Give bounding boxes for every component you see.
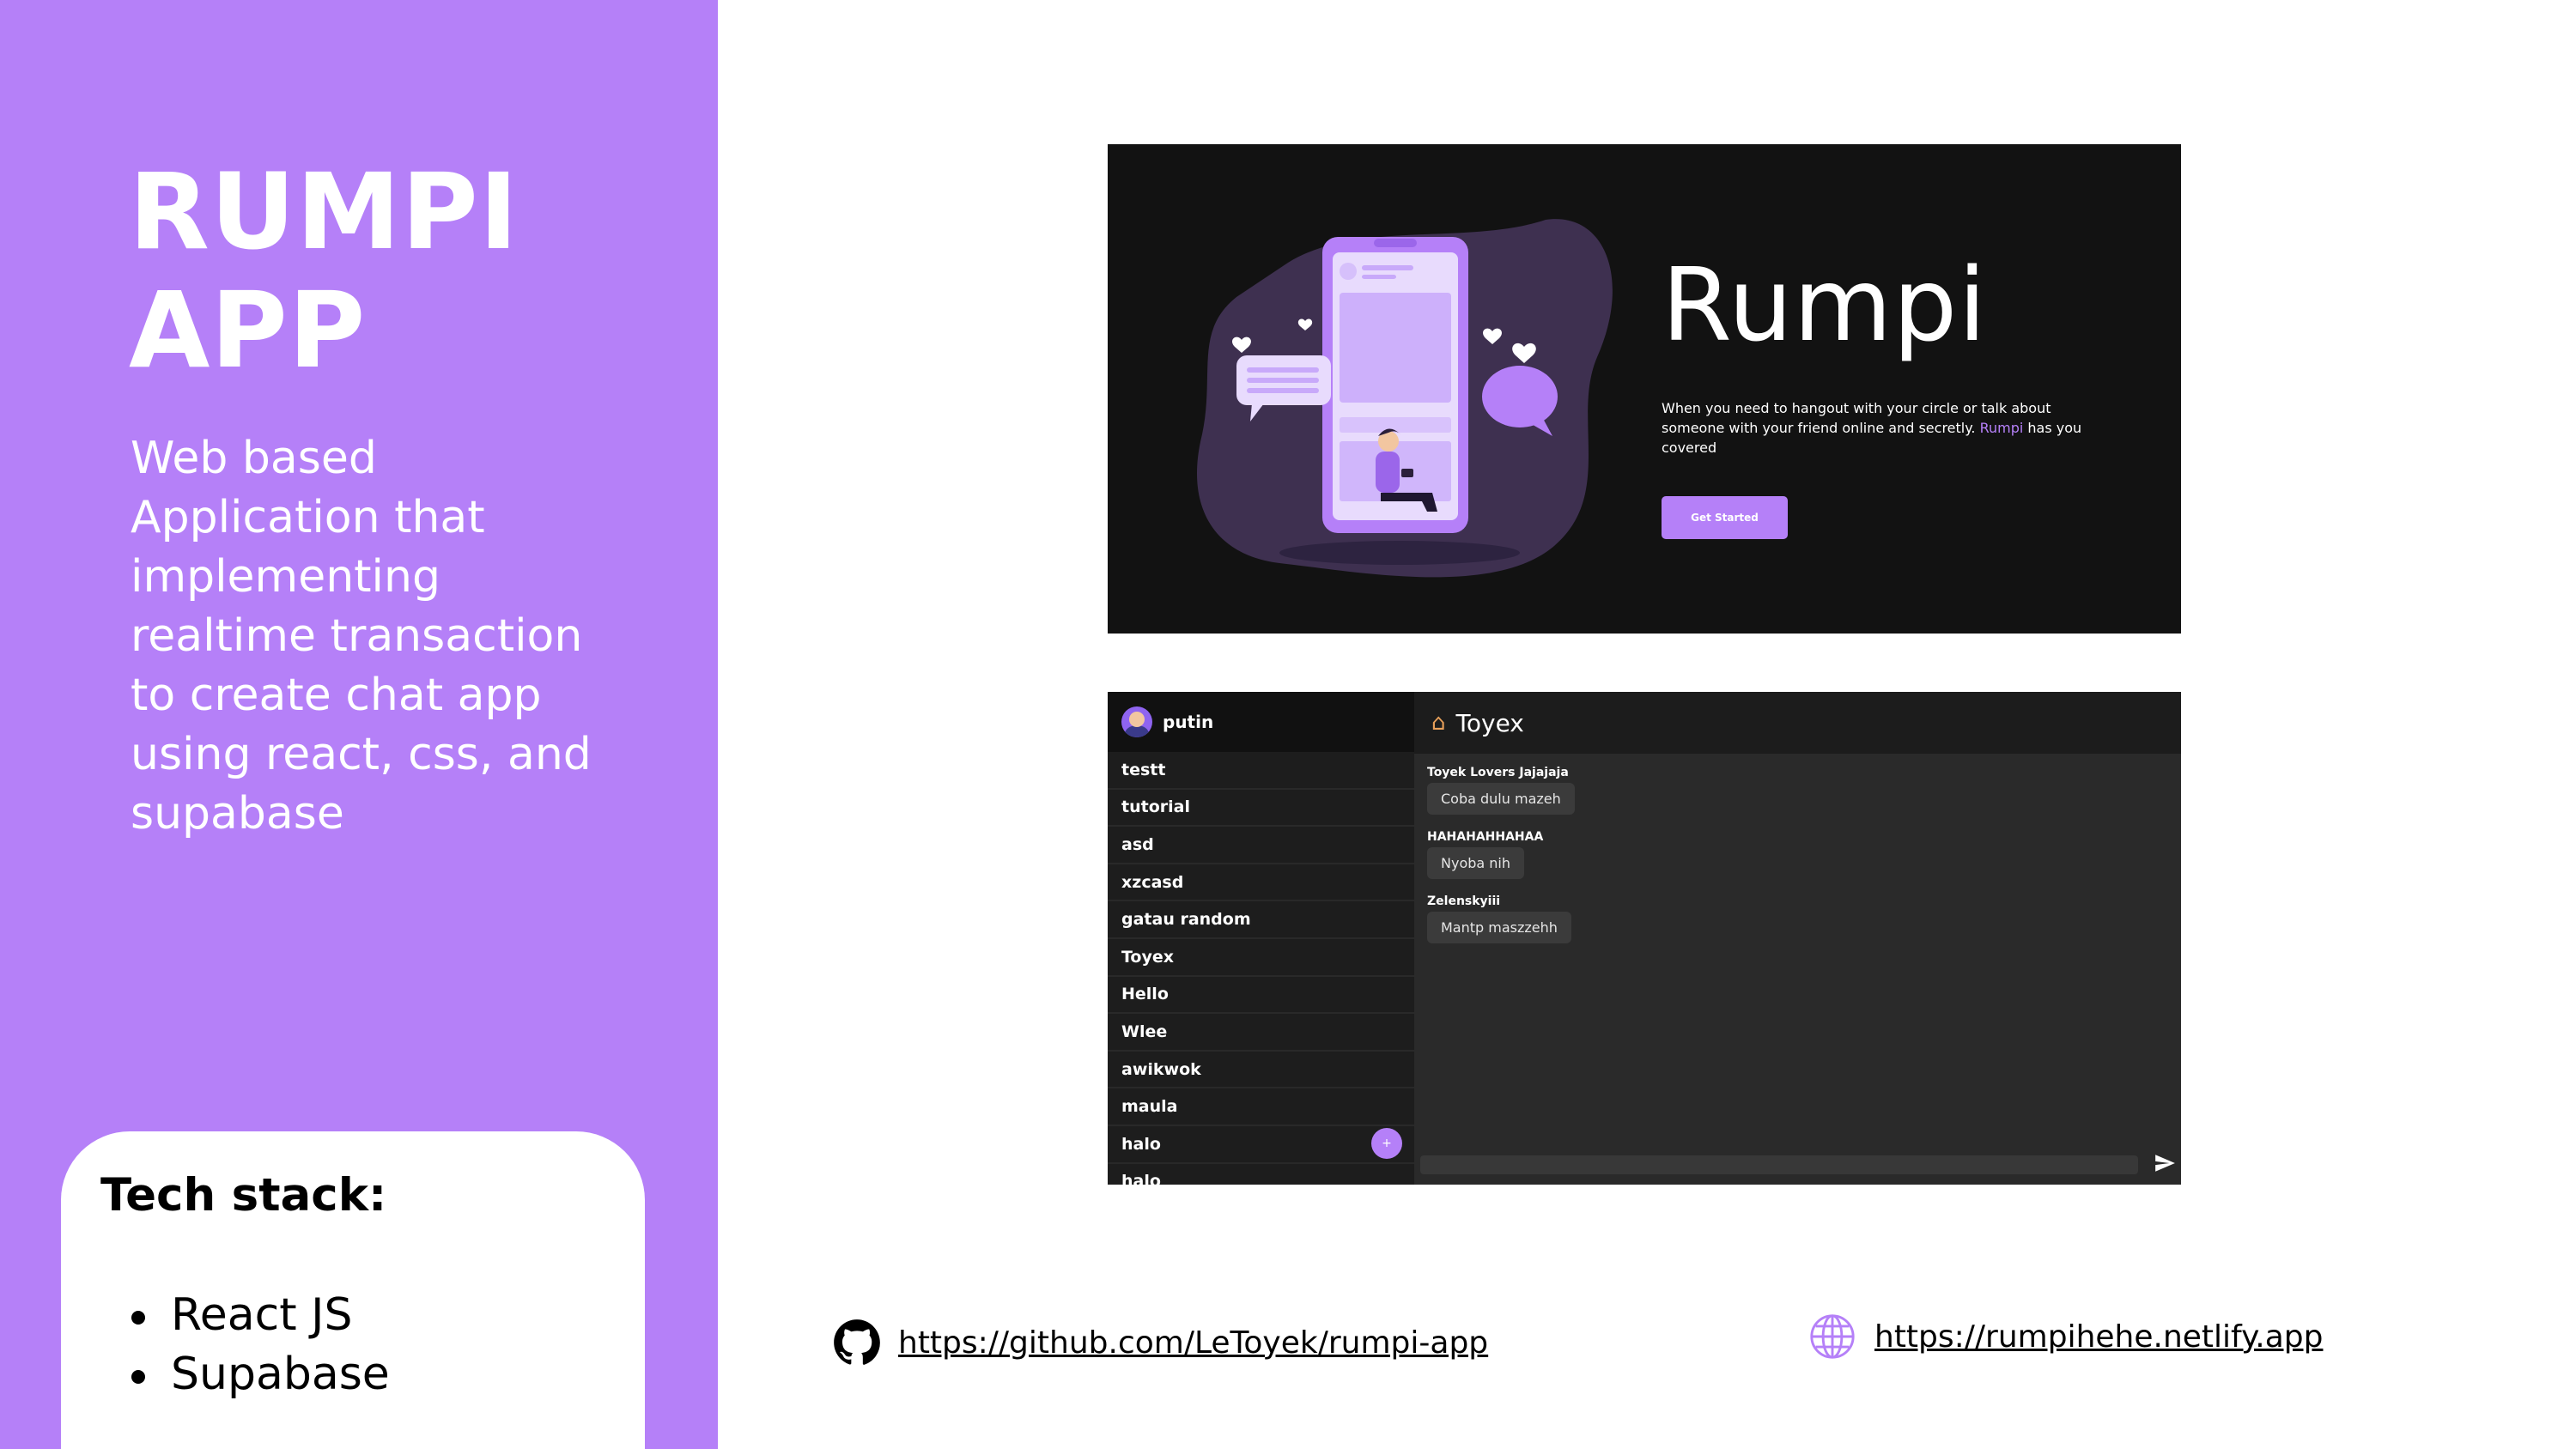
hero-description: When you need to hangout with your circl…	[1662, 398, 2091, 458]
room-item[interactable]: asd	[1108, 827, 1414, 864]
user-name: putin	[1163, 712, 1214, 732]
get-started-button[interactable]: Get Started	[1662, 496, 1788, 539]
chat-app-screenshot: putin testt tutorial asd xzcasd gatau ra…	[1108, 692, 2181, 1185]
room-item[interactable]: tutorial	[1108, 790, 1414, 828]
hero-brand-highlight: Rumpi	[1979, 420, 2024, 436]
current-user[interactable]: putin	[1108, 692, 1414, 752]
left-panel: RUMPI APP Web based Application that imp…	[0, 0, 718, 1449]
app-description: Web based Application that implementing …	[131, 433, 592, 840]
add-room-button[interactable]: +	[1371, 1128, 1402, 1159]
github-link[interactable]: https://github.com/LeToyek/rumpi-app	[898, 1325, 1488, 1361]
room-item[interactable]: halo	[1108, 1164, 1414, 1185]
message: HAHAHAHHAHAA Nyoba nih	[1427, 830, 1575, 879]
message-bubble: Nyoba nih	[1427, 847, 1524, 879]
tech-stack-title: Tech stack:	[100, 1169, 387, 1222]
send-icon[interactable]	[2154, 1152, 2176, 1174]
room-item[interactable]: awikwok	[1108, 1052, 1414, 1089]
room-item[interactable]: testt	[1108, 752, 1414, 790]
app-title-line-2: APP	[129, 270, 367, 391]
hero-title: Rumpi	[1662, 246, 1988, 364]
room-item[interactable]: gatau random	[1108, 901, 1414, 939]
app-title-line-1: RUMPI	[129, 151, 519, 273]
app-title: RUMPI APP	[129, 153, 519, 390]
tech-stack-card: Tech stack: React JS Supabase	[61, 1131, 645, 1449]
house-icon: ⌂	[1431, 710, 1446, 736]
room-item[interactable]: maula	[1108, 1088, 1414, 1126]
room-item[interactable]: halo	[1108, 1126, 1414, 1164]
room-item[interactable]: Toyex	[1108, 939, 1414, 977]
chat-header: ⌂ Toyex	[1414, 692, 2181, 754]
chat-sidebar: putin testt tutorial asd xzcasd gatau ra…	[1108, 692, 1414, 1185]
room-item[interactable]: Wlee	[1108, 1014, 1414, 1052]
tech-item: React JS	[131, 1286, 390, 1345]
landing-page-screenshot: Rumpi When you need to hangout with your…	[1108, 144, 2181, 634]
message: Toyek Lovers Jajajaja Coba dulu mazeh	[1427, 766, 1575, 815]
tech-stack-list: React JS Supabase	[131, 1286, 390, 1404]
room-list: testt tutorial asd xzcasd gatau random T…	[1108, 752, 1414, 1185]
message: Zelenskyiii Mantp maszzehh	[1427, 894, 1575, 943]
message-sender: Zelenskyiii	[1427, 894, 1501, 908]
message-sender: HAHAHAHHAHAA	[1427, 830, 1544, 844]
github-link-row: https://github.com/LeToyek/rumpi-app	[833, 1319, 1488, 1367]
room-title: Toyex	[1455, 708, 1524, 737]
room-item[interactable]: xzcasd	[1108, 864, 1414, 902]
tech-item: Supabase	[131, 1345, 390, 1404]
message-bubble: Coba dulu mazeh	[1427, 783, 1575, 815]
message-list: Toyek Lovers Jajajaja Coba dulu mazeh HA…	[1427, 766, 1575, 959]
website-link-row: https://rumpihehe.netlify.app	[1807, 1312, 2323, 1361]
website-link[interactable]: https://rumpihehe.netlify.app	[1874, 1319, 2323, 1355]
message-sender: Toyek Lovers Jajajaja	[1427, 766, 1569, 779]
github-icon	[834, 1319, 880, 1365]
room-item[interactable]: Hello	[1108, 977, 1414, 1015]
message-input[interactable]	[1420, 1155, 2138, 1174]
globe-icon	[1810, 1314, 1855, 1359]
message-bubble: Mantp maszzehh	[1427, 912, 1571, 943]
phone-chat-illustration	[1197, 219, 1613, 578]
avatar	[1121, 706, 1152, 737]
